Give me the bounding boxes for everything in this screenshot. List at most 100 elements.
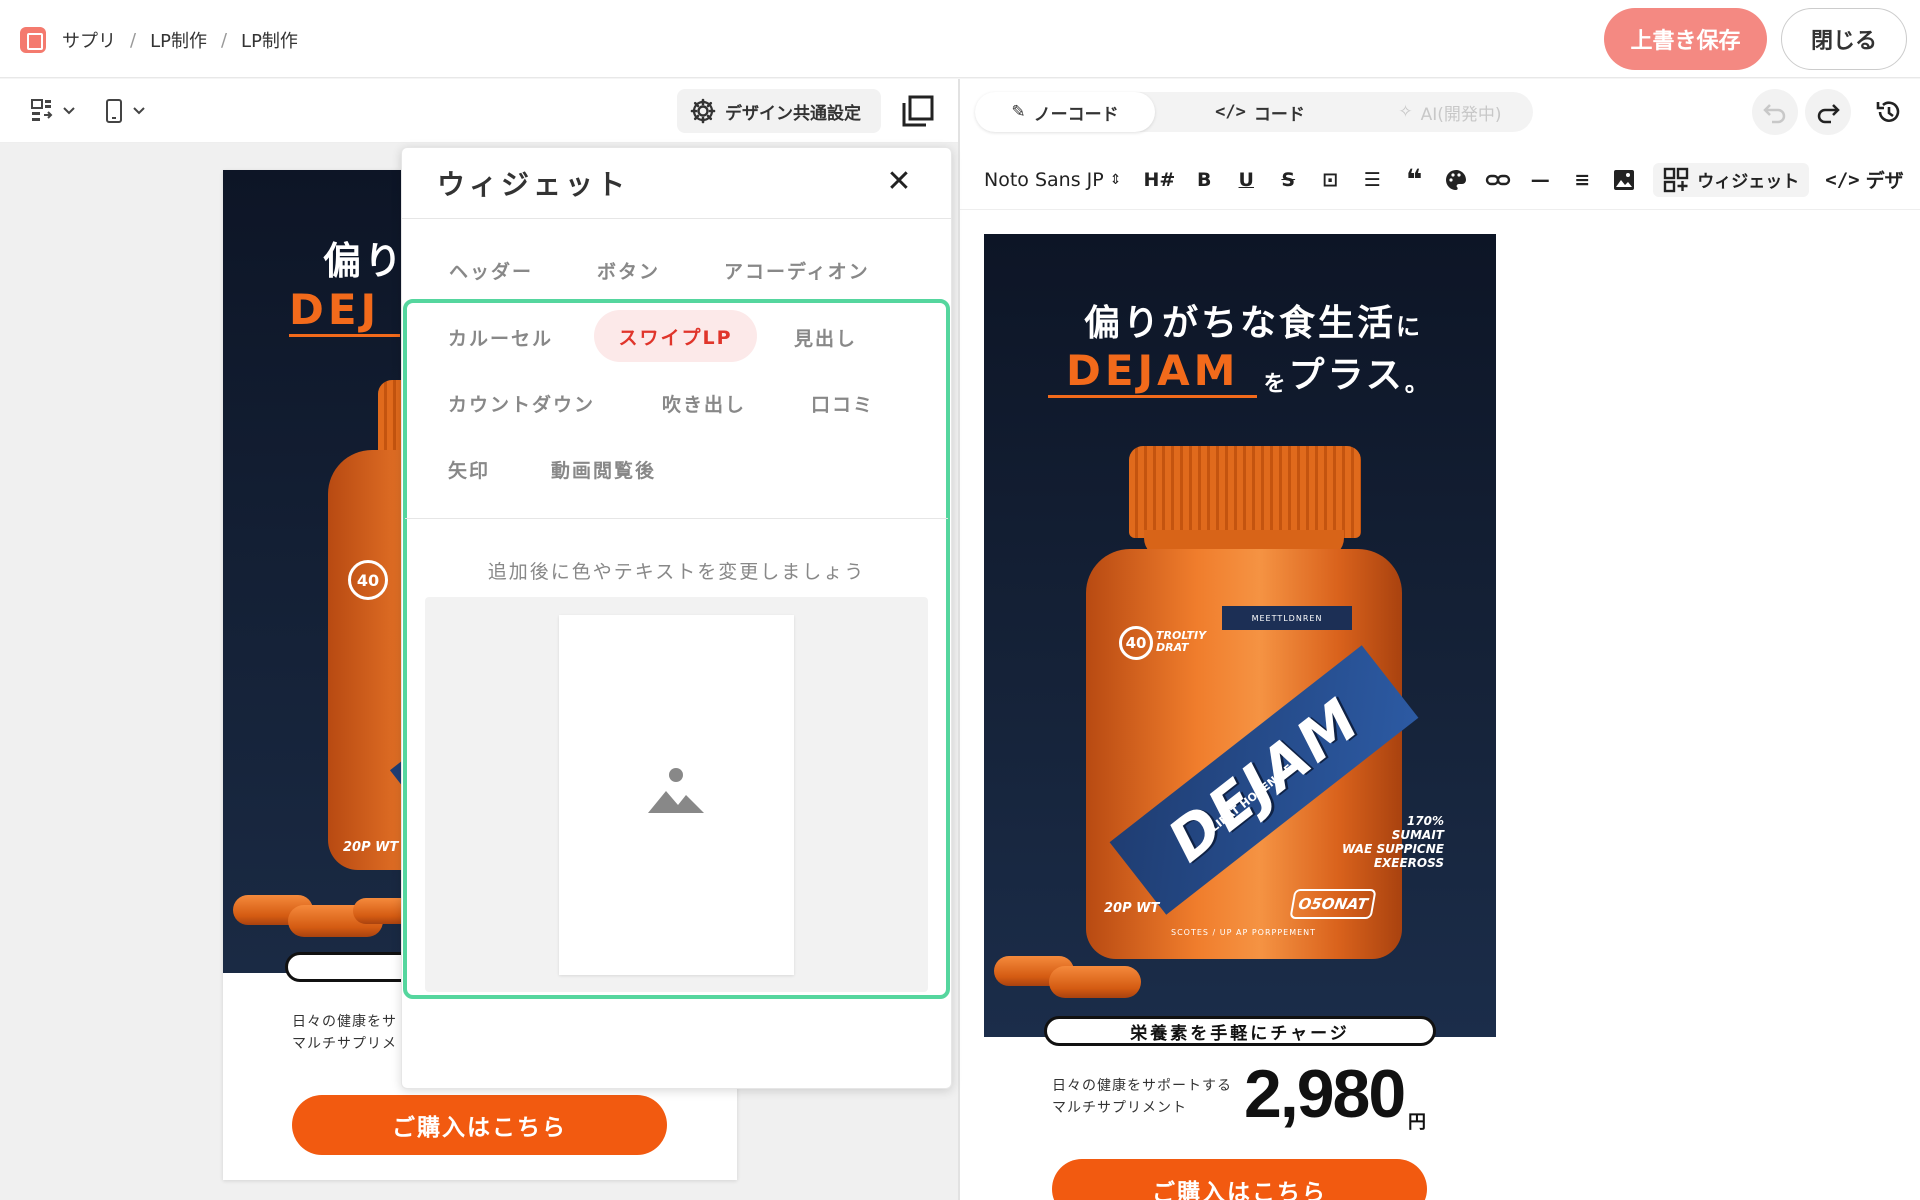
bold-button[interactable]: B (1191, 163, 1217, 197)
design-code-button[interactable]: </> デザ (1825, 163, 1903, 197)
breadcrumb: サプリ / LP制作 / LP制作 (62, 27, 298, 53)
code-icon: </> (1215, 102, 1246, 122)
product-description: 日々の健康をサポートする マルチサプリメント (1052, 1075, 1232, 1119)
palette-icon[interactable] (1443, 163, 1469, 197)
bottle-side-line: 170% (1406, 814, 1444, 828)
save-button[interactable]: 上書き保存 (1604, 8, 1767, 70)
sort-arrows-icon: ⇕ (1109, 171, 1122, 188)
widget-button[interactable]: ウィジェット (1653, 162, 1810, 197)
close-icon[interactable]: ✕ (884, 167, 914, 197)
redo-icon (1817, 104, 1840, 124)
layout-switch-dropdown[interactable] (28, 96, 82, 126)
undo-button[interactable] (1752, 89, 1798, 135)
redo-button[interactable] (1805, 89, 1851, 135)
widget-preview-card[interactable] (559, 615, 794, 975)
widget-popup-title: ウィジェット (437, 168, 630, 201)
font-family-select[interactable]: Noto Sans JP ⇕ (984, 163, 1121, 197)
left-bottle-badge: 40 (348, 560, 388, 600)
breadcrumb-item[interactable]: サプリ (62, 27, 116, 53)
description-line: マルチサプリメント (1052, 1100, 1187, 1116)
bottle-brand-sub: TROLTIY DRAT (1156, 629, 1207, 654)
layout-switch-icon (31, 99, 75, 121)
headline-small: を (1263, 372, 1289, 397)
design-code-label: デザ (1865, 170, 1904, 192)
copy-window-icon (902, 95, 934, 127)
bottle-number-badge: 40 (1119, 626, 1153, 660)
sparkle-icon: ✧ (1398, 102, 1413, 122)
breadcrumb-separator: / (220, 29, 228, 51)
strikethrough-icon[interactable]: S (1275, 163, 1301, 197)
breadcrumb-item: LP制作 (241, 31, 298, 52)
image-icon[interactable] (1611, 163, 1637, 197)
hero-brand: DEJAM (1048, 346, 1258, 398)
palette-svg (1446, 169, 1467, 190)
bullet-list-icon[interactable]: ☰ (1359, 163, 1385, 197)
format-toolbar: Noto Sans JP ⇕ H# B U S ⊡ ☰ ❝ — ≡ ウィジェット… (960, 150, 1920, 210)
category-accordion[interactable]: アコーディオン (724, 257, 870, 284)
code-icon: </> (1825, 168, 1860, 191)
bottle-side-line: EXEEROSS (1373, 856, 1444, 870)
heading-button[interactable]: H# (1143, 163, 1175, 197)
tagline-pill: 栄養素を手軽にチャージ (1044, 1016, 1436, 1046)
widget-button-label: ウィジェット (1697, 172, 1800, 192)
divider (405, 518, 948, 519)
bottle-top-band: MEETTLDNREN (1222, 606, 1352, 630)
category-button[interactable]: ボタン (597, 257, 660, 284)
bottle-side-text: 170% SUMAIT WAE SUPPICNE EXEEROSS (1342, 814, 1444, 870)
widget-hint: 追加後に色やテキストを変更しましょう (487, 561, 866, 583)
headline-main: プラス (1288, 355, 1405, 396)
bottle-side-line: WAE SUPPICNE (1342, 842, 1444, 856)
device-preview-dropdown[interactable] (100, 96, 154, 126)
hero-headline-line2: DEJAM を プラス 。 (1048, 346, 1432, 398)
right-lp-hero[interactable]: 偏りがちな食生活に DEJAM を プラス 。 MEETTLDNREN 40 T… (984, 234, 1496, 1037)
price-currency: 円 (1408, 1112, 1426, 1133)
tab-nocode-label: ノーコード (1033, 104, 1119, 125)
headline-end: 。 (1404, 369, 1432, 397)
tab-code[interactable]: </> コード (1180, 92, 1340, 132)
divider (401, 218, 952, 219)
category-header[interactable]: ヘッダー (449, 257, 533, 284)
app-logo-icon[interactable] (20, 27, 46, 53)
left-brand: DEJ (289, 285, 401, 337)
design-settings-button[interactable]: デザイン共通設定 (677, 89, 881, 133)
price: 2,980 (1244, 1056, 1406, 1132)
headline-small: に (1396, 313, 1424, 341)
link-icon[interactable] (1485, 163, 1511, 197)
bottle-cap (1129, 446, 1361, 538)
left-description-line: マルチサプリメ (292, 1036, 397, 1052)
duplicate-window-button[interactable] (898, 91, 938, 131)
horizontal-rule-icon[interactable]: — (1527, 163, 1553, 197)
cta-button[interactable]: ご購入はこちら (1052, 1159, 1427, 1200)
image-placeholder-icon (648, 768, 704, 813)
bottle-side-line: SUMAIT (1391, 828, 1444, 842)
left-description: 日々の健康をサ マルチサプリメ (292, 1011, 397, 1055)
close-button[interactable]: 閉じる (1781, 8, 1907, 70)
bottle-weight: 20P WT (1104, 901, 1160, 916)
tab-code-label: コード (1253, 104, 1305, 125)
mobile-device-icon (106, 99, 145, 123)
left-cta-button[interactable]: ご購入はこちら (292, 1095, 667, 1155)
hero-headline-line1: 偏りがちな食生活に (1084, 294, 1423, 346)
gear-icon (690, 98, 716, 124)
history-icon (1876, 101, 1900, 122)
description-line: 日々の健康をサポートする (1052, 1078, 1232, 1094)
capsule (1049, 966, 1141, 998)
tab-ai: ✧ AI(開発中) (1370, 92, 1530, 132)
link-svg (1486, 174, 1511, 185)
headline-main: 偏りがちな食生活 (1084, 303, 1397, 344)
bottle-footer: SCOTES / UP AP PORPPEMENT (1171, 928, 1317, 937)
breadcrumb-item[interactable]: LP制作 (150, 27, 207, 53)
text-box-icon[interactable]: ⊡ (1317, 163, 1343, 197)
align-left-icon[interactable]: ≡ (1569, 163, 1595, 197)
font-family-value: Noto Sans JP (984, 168, 1104, 191)
widget-grid-icon (1664, 167, 1689, 192)
left-bottle-weight: 20P WT (343, 840, 399, 855)
left-headline: 偏り (323, 239, 406, 283)
underline-button[interactable]: U (1233, 163, 1259, 197)
history-button[interactable] (1866, 89, 1912, 135)
left-description-line: 日々の健康をサ (292, 1014, 397, 1030)
quote-icon[interactable]: ❝ (1401, 163, 1427, 197)
bottle-badge: O5ONAT (1289, 889, 1377, 919)
image-svg (1614, 169, 1635, 190)
tab-nocode[interactable]: ✎ ノーコード (975, 92, 1155, 132)
